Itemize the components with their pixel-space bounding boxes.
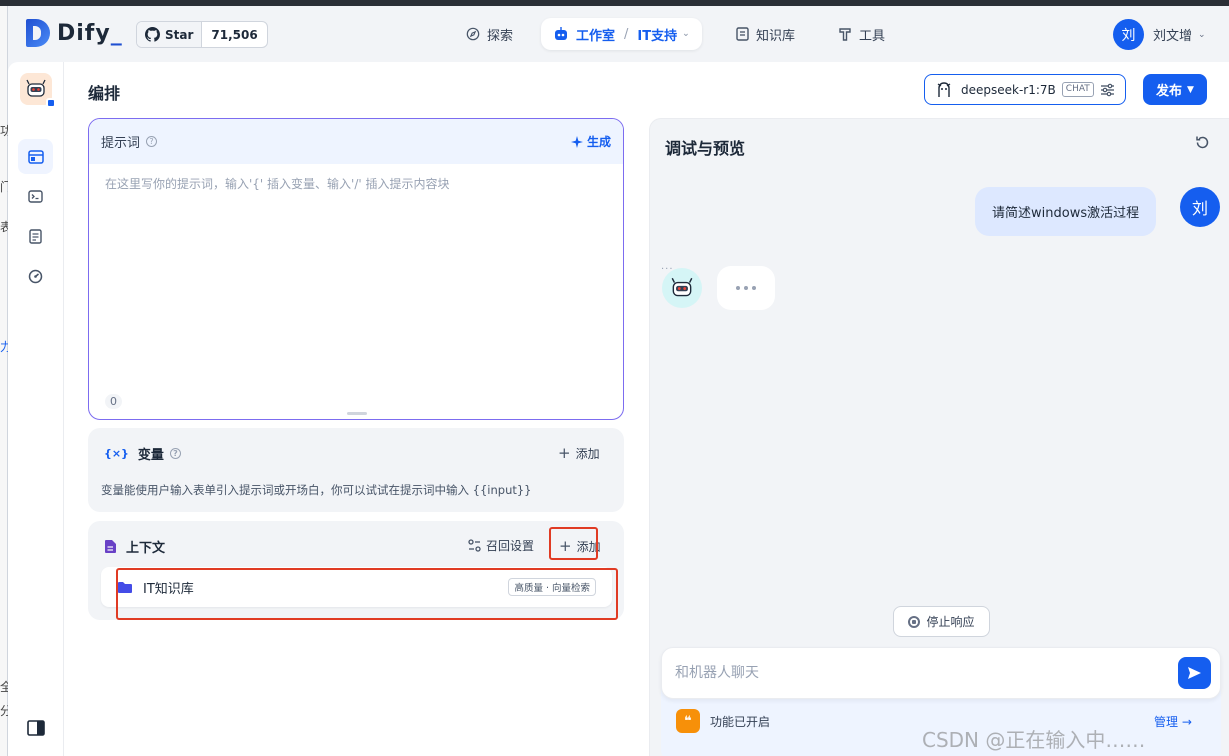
app-sidebar xyxy=(8,62,64,756)
model-selector[interactable]: deepseek-r1:7B CHAT xyxy=(924,74,1126,105)
dify-logo[interactable]: Dify_ xyxy=(26,19,123,47)
user-name: 刘文增 xyxy=(1153,29,1193,44)
sidebar-item-logs[interactable] xyxy=(18,219,53,254)
variables-section: {×} 变量 ? + 添加 变量能使用户输入表单引入提示词或开场白，你可以试试在… xyxy=(88,428,624,512)
sidebar-item-api[interactable] xyxy=(18,179,53,214)
chevron-down-icon: ⌄ xyxy=(1198,29,1206,40)
sparkle-icon xyxy=(570,135,583,148)
book-icon xyxy=(736,27,749,41)
variables-label: 变量 xyxy=(137,448,164,463)
chevron-down-icon: ▼ xyxy=(1187,84,1194,95)
model-name: deepseek-r1:7B xyxy=(961,82,1056,97)
add-variable-button[interactable]: + 添加 xyxy=(558,444,600,462)
background-window-edge: 功 门 表 力 全 分 xyxy=(0,6,12,756)
quote-icon: ❝ xyxy=(676,709,700,733)
nav-knowledge[interactable]: 知识库 xyxy=(736,18,795,50)
robot-avatar-icon xyxy=(26,79,46,97)
user-message: 请简述windows激活过程 xyxy=(975,187,1157,236)
send-icon xyxy=(1188,667,1201,679)
prompt-label: 提示词 xyxy=(101,136,141,151)
model-mode-badge: CHAT xyxy=(1061,82,1094,97)
variable-icon: {×} xyxy=(104,447,129,460)
prompt-input[interactable]: 在这里写你的提示词，输入'{' 插入变量、输入'/' 插入提示内容块 xyxy=(105,175,450,192)
generate-label: 生成 xyxy=(586,135,611,149)
nav-explore-label: 探索 xyxy=(487,28,514,44)
sliders-icon xyxy=(1101,83,1114,96)
recall-settings-label: 召回设置 xyxy=(486,539,535,553)
watermark: CSDN @正在输入中…… xyxy=(922,728,1146,752)
bot-avatar xyxy=(662,268,702,308)
file-icon xyxy=(105,540,116,553)
recall-settings-button[interactable]: 召回设置 xyxy=(468,537,534,554)
nav-studio[interactable]: 工作室 / IT支持 ⌄ xyxy=(541,18,702,50)
hammer-icon xyxy=(839,28,851,41)
help-icon[interactable]: ? xyxy=(169,448,181,459)
dify-logo-icon xyxy=(26,19,50,47)
settings-nodes-icon xyxy=(468,539,481,552)
publish-label: 发布 xyxy=(1156,84,1183,99)
publish-button[interactable]: 发布 ▼ xyxy=(1143,74,1207,105)
highlight-add-button xyxy=(549,527,598,560)
gauge-icon xyxy=(28,269,43,284)
nav-app-switcher[interactable]: IT支持 xyxy=(637,25,677,44)
logo-text: Dify xyxy=(57,20,111,46)
user-avatar: 刘 xyxy=(1113,19,1144,50)
layout-icon xyxy=(27,149,44,164)
debug-title: 调试与预览 xyxy=(665,139,746,158)
compass-icon xyxy=(466,27,480,41)
robot-icon xyxy=(555,27,567,40)
sidebar-item-orchestrate[interactable] xyxy=(18,139,53,174)
sidebar-toggle-icon xyxy=(27,720,45,736)
stop-response-button[interactable]: 停止响应 xyxy=(893,606,990,637)
robot-avatar-icon xyxy=(671,277,693,297)
main-panel: 编排 deepseek-r1:7B CHAT 发布 ▼ 提示词 ? 生成 在这里… xyxy=(8,62,1229,756)
add-variable-label: 添加 xyxy=(575,446,600,461)
stop-response-label: 停止响应 xyxy=(926,615,975,629)
manage-link[interactable]: 管理 → xyxy=(1154,713,1192,730)
refresh-icon xyxy=(1196,136,1209,149)
manage-label: 管理 xyxy=(1154,715,1179,729)
nav-knowledge-label: 知识库 xyxy=(756,28,796,44)
plus-icon: + xyxy=(558,444,571,462)
user-menu[interactable]: 刘 刘文增 ⌄ xyxy=(1113,19,1206,50)
top-header: Dify_ Star 71,506 探索 工作室 / IT支持 ⌄ 知识库 工具… xyxy=(8,6,1229,62)
model-avatar-icon xyxy=(937,81,951,97)
user-chat-avatar: 刘 xyxy=(1180,187,1220,227)
help-icon[interactable]: ? xyxy=(146,136,158,147)
typing-indicator xyxy=(717,266,775,310)
highlight-knowledge-item xyxy=(116,568,618,620)
prompt-char-count: 0 xyxy=(105,394,122,409)
terminal-icon xyxy=(28,190,43,203)
features-label: 功能已开启 xyxy=(710,714,771,729)
stop-icon xyxy=(908,615,921,628)
send-button[interactable] xyxy=(1178,657,1211,689)
nav-tools[interactable]: 工具 xyxy=(838,18,885,50)
features-status: ❝ 功能已开启 xyxy=(676,709,770,733)
app-icon[interactable] xyxy=(20,73,56,108)
page-title: 编排 xyxy=(88,84,121,103)
resize-handle[interactable] xyxy=(347,412,367,415)
restart-button[interactable] xyxy=(1195,135,1210,154)
chevron-down-icon: ⌄ xyxy=(682,29,690,39)
prompt-editor: 提示词 ? 生成 在这里写你的提示词，输入'{' 插入变量、输入'/' 插入提示… xyxy=(88,118,624,420)
document-icon xyxy=(29,229,42,244)
github-icon xyxy=(145,27,160,42)
nav-studio-label: 工作室 xyxy=(576,28,616,44)
github-star-button[interactable]: Star 71,506 xyxy=(136,21,268,48)
context-label: 上下文 xyxy=(126,541,166,556)
nav-tools-label: 工具 xyxy=(859,28,886,44)
github-star-label: Star xyxy=(165,27,194,42)
generate-button[interactable]: 生成 xyxy=(570,133,611,150)
github-star-count: 71,506 xyxy=(211,27,258,42)
variables-description: 变量能使用户输入表单引入提示词或开场白，你可以试试在提示词中输入 {{input… xyxy=(101,483,532,497)
sidebar-item-monitoring[interactable] xyxy=(18,259,53,294)
debug-preview-panel: 调试与预览 请简述windows激活过程 刘 ··· 停止响应 ❝ 功能已开启 xyxy=(649,118,1229,756)
nav-explore[interactable]: 探索 xyxy=(466,18,513,50)
collapse-sidebar-button[interactable] xyxy=(27,720,45,740)
chat-input[interactable] xyxy=(675,662,1155,684)
